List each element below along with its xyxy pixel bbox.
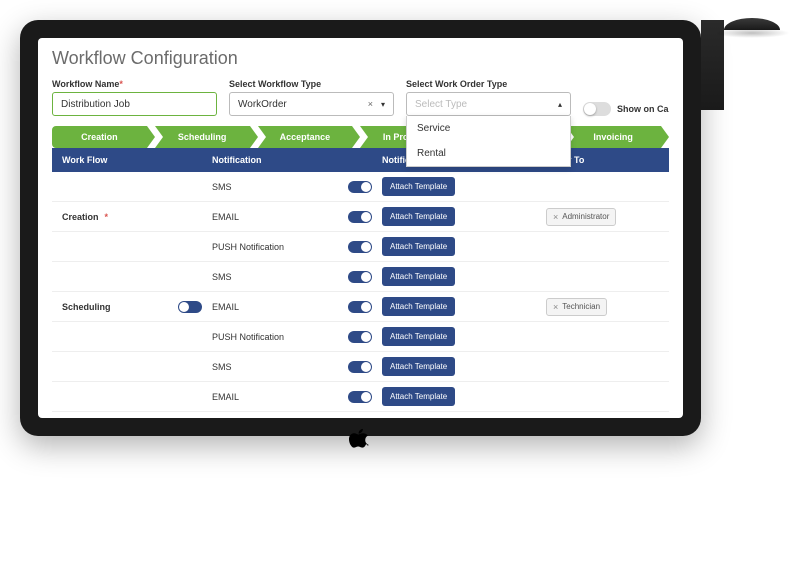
notification-toggle[interactable]	[348, 271, 372, 283]
attach-template-button[interactable]: Attach Template	[382, 357, 455, 376]
notification-type-label: EMAIL	[212, 302, 239, 312]
work-order-type-select[interactable]: Select Type ▴	[406, 92, 571, 116]
attach-template-button[interactable]: Attach Template	[382, 207, 455, 226]
notify-to-tag[interactable]: ×Technician	[546, 298, 607, 316]
dropdown-option-service[interactable]: Service	[407, 116, 570, 141]
workflow-stage-toggle[interactable]	[178, 301, 202, 313]
stage-creation[interactable]: Creation	[52, 126, 147, 148]
table-row: EMAIL Attach Template	[52, 382, 669, 412]
attach-template-button[interactable]: Attach Template	[382, 327, 455, 346]
apple-logo	[349, 428, 371, 450]
table-row: Scheduling EMAIL Attach Template ×Technicia…	[52, 292, 669, 322]
notification-type-label: EMAIL	[212, 212, 239, 222]
notification-toggle[interactable]	[348, 211, 372, 223]
page-title: Workflow Configuration	[52, 48, 669, 69]
attach-template-button[interactable]: Attach Template	[382, 387, 455, 406]
chevron-down-icon: ▾	[381, 100, 385, 109]
workflow-name-input[interactable]: Distribution Job	[52, 92, 217, 116]
remove-tag-icon[interactable]: ×	[553, 212, 558, 222]
remove-tag-icon[interactable]: ×	[553, 302, 558, 312]
notification-toggle[interactable]	[348, 181, 372, 193]
table-row: PUSH Notification Attach Template	[52, 232, 669, 262]
notification-type-label: EMAIL	[212, 392, 239, 402]
work-order-type-label: Select Work Order Type	[406, 79, 571, 89]
table-row: Creation * EMAIL Attach Template ×Administra…	[52, 202, 669, 232]
chevron-up-icon: ▴	[558, 100, 562, 109]
required-asterisk: *	[105, 212, 109, 222]
stage-invoicing[interactable]: Invoicing	[566, 126, 661, 148]
workflow-stage-label: Scheduling	[62, 302, 111, 312]
attach-template-button[interactable]: Attach Template	[382, 237, 455, 256]
stage-scheduling[interactable]: Scheduling	[155, 126, 250, 148]
notification-type-label: SMS	[212, 362, 232, 372]
clear-type-icon[interactable]: ×	[368, 99, 373, 109]
show-on-label: Show on Ca	[617, 104, 669, 114]
workflow-stage-label: Creation	[62, 212, 99, 222]
dropdown-option-rental[interactable]: Rental	[407, 141, 570, 166]
notification-toggle[interactable]	[348, 241, 372, 253]
attach-template-button[interactable]: Attach Template	[382, 297, 455, 316]
stage-breadcrumb: Creation Scheduling Acceptance In Progre…	[52, 126, 669, 148]
attach-template-button[interactable]: Attach Template	[382, 177, 455, 196]
workflow-type-select[interactable]: WorkOrder ×▾	[229, 92, 394, 116]
table-row: SMS Attach Template	[52, 172, 669, 202]
attach-template-button[interactable]: Attach Template	[382, 267, 455, 286]
stage-acceptance[interactable]: Acceptance	[258, 126, 353, 148]
notification-type-label: PUSH Notification	[212, 242, 284, 252]
table-row: SMS Attach Template	[52, 352, 669, 382]
show-on-toggle[interactable]	[583, 102, 611, 116]
workflow-type-label: Select Workflow Type	[229, 79, 394, 89]
table-row: PUSH Notification Attach Template	[52, 322, 669, 352]
notification-type-label: SMS	[212, 182, 232, 192]
notification-toggle[interactable]	[348, 361, 372, 373]
work-order-type-dropdown: Service Rental	[406, 116, 571, 167]
notification-toggle[interactable]	[348, 331, 372, 343]
notify-to-tag[interactable]: ×Administrator	[546, 208, 616, 226]
notification-type-label: SMS	[212, 272, 232, 282]
notification-type-label: PUSH Notification	[212, 332, 284, 342]
table-row: SMS Attach Template	[52, 262, 669, 292]
table-header: Work Flow Notification Notification Temp…	[52, 148, 669, 172]
notification-toggle[interactable]	[348, 301, 372, 313]
workflow-name-label: Workflow Name*	[52, 79, 217, 89]
notification-toggle[interactable]	[348, 391, 372, 403]
